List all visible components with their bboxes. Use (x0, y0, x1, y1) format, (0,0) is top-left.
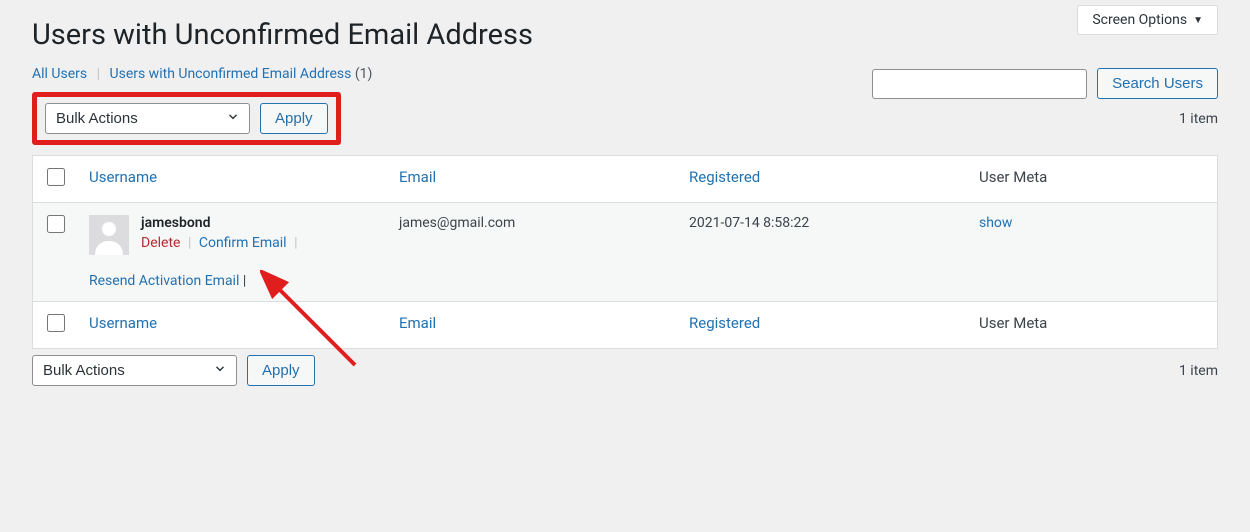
delete-link[interactable]: Delete (141, 235, 180, 251)
search-users-button[interactable]: Search Users (1097, 68, 1218, 99)
item-count-bottom: 1 item (1179, 363, 1218, 379)
search-box: Search Users (872, 68, 1218, 99)
confirm-email-link[interactable]: Confirm Email (199, 235, 287, 251)
apply-button[interactable]: Apply (260, 103, 328, 134)
username-text: jamesbond (141, 215, 302, 231)
all-users-link[interactable]: All Users (32, 66, 87, 82)
item-count-top: 1 item (1179, 111, 1218, 127)
resend-activation-email-link[interactable]: Resend Activation Email (89, 273, 239, 289)
separator: | (243, 273, 246, 289)
select-all-checkbox-top[interactable] (47, 168, 65, 186)
column-username-footer[interactable]: Username (89, 314, 157, 332)
avatar (89, 215, 129, 255)
unconfirmed-users-link[interactable]: Users with Unconfirmed Email Address (110, 66, 352, 82)
bulk-actions-select[interactable]: Bulk Actions (45, 103, 250, 134)
search-input[interactable] (872, 69, 1087, 99)
row-actions: Delete | Confirm Email | (141, 235, 302, 251)
column-usermeta-footer: User Meta (967, 302, 1218, 349)
column-usermeta-header: User Meta (967, 156, 1218, 203)
bulk-actions-select-wrap: Bulk Actions (45, 103, 250, 134)
caret-down-icon: ▼ (1193, 15, 1203, 26)
table-row: jamesbond Delete | Confirm Email | Resen… (33, 203, 1218, 302)
column-username-header[interactable]: Username (89, 168, 157, 186)
registered-cell: 2021-07-14 8:58:22 (677, 203, 967, 302)
show-usermeta-link[interactable]: show (979, 215, 1012, 231)
screen-options-label: Screen Options (1092, 12, 1187, 28)
screen-options-tab[interactable]: Screen Options ▼ (1077, 5, 1218, 35)
select-all-checkbox-bottom[interactable] (47, 314, 65, 332)
email-cell: james@gmail.com (387, 203, 677, 302)
separator: | (91, 66, 106, 82)
page-title: Users with Unconfirmed Email Address (32, 0, 1218, 66)
bulk-actions-highlight: Bulk Actions Apply (32, 92, 341, 145)
column-registered-header[interactable]: Registered (689, 168, 760, 186)
bulk-actions-select-wrap-bottom: Bulk Actions (32, 355, 237, 386)
separator: | (184, 235, 195, 251)
column-registered-footer[interactable]: Registered (689, 314, 760, 332)
apply-button-bottom[interactable]: Apply (247, 355, 315, 386)
users-table: Username Email Registered User Meta jame… (32, 155, 1218, 349)
row-checkbox[interactable] (47, 215, 65, 233)
separator: | (290, 235, 301, 251)
column-email-footer[interactable]: Email (399, 314, 436, 332)
bulk-actions-select-bottom[interactable]: Bulk Actions (32, 355, 237, 386)
count-label: (1) (355, 66, 373, 82)
column-email-header[interactable]: Email (399, 168, 436, 186)
